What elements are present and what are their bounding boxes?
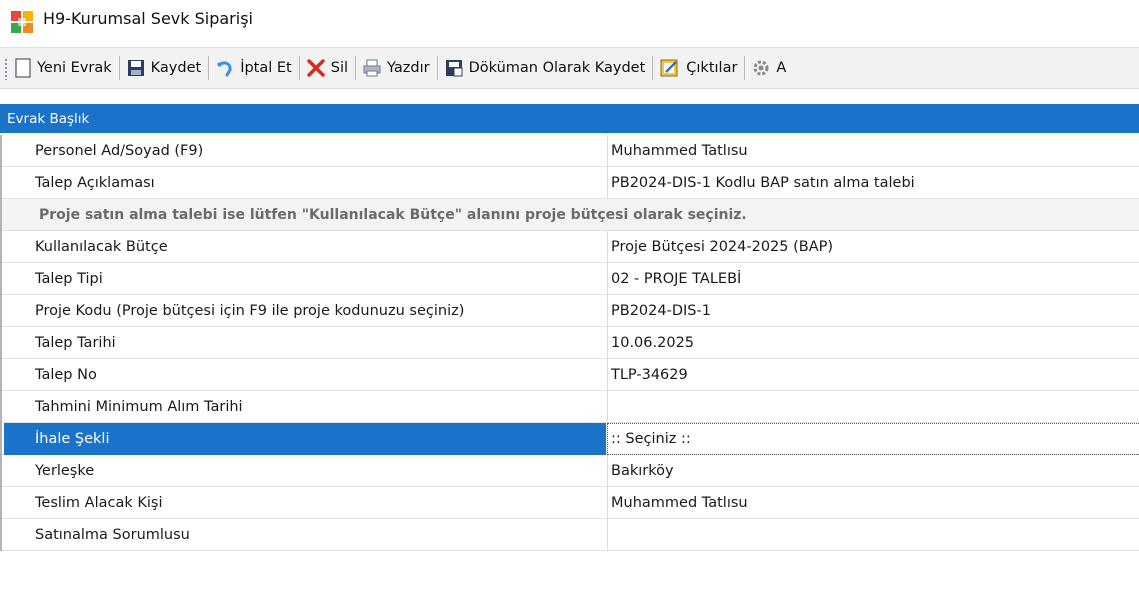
toolbar-separator (436, 56, 438, 80)
field-label: İhale Şekli (35, 431, 110, 447)
floppy-disk-icon (127, 60, 144, 76)
outputs-button[interactable]: Çıktılar (655, 52, 742, 84)
field-label: Personel Ad/Soyad (F9) (35, 143, 204, 159)
tender-type-dropdown[interactable]: :: Seçiniz :: (607, 423, 1139, 455)
field-label: Talep Tarihi (35, 335, 116, 351)
field-label: Teslim Alacak Kişi (35, 495, 163, 511)
toolbar-separator (298, 56, 300, 80)
toolbar-separator (744, 56, 746, 80)
row-tender-type[interactable]: İhale Şekli :: Seçiniz :: (2, 423, 1139, 455)
row-description[interactable]: Talep Açıklaması PB2024-DIS-1 Kodlu BAP … (2, 167, 1139, 199)
toolbar-separator (118, 56, 120, 80)
save-as-document-label: Döküman Olarak Kaydet (468, 60, 646, 76)
printer-icon (363, 59, 381, 77)
new-document-icon (15, 58, 31, 78)
more-settings-button[interactable]: A (747, 52, 791, 84)
row-purchasing-officer[interactable]: Satınalma Sorumlusu (2, 519, 1139, 551)
row-personnel[interactable]: Personel Ad/Soyad (F9) Muhammed Tatlısu (2, 135, 1139, 167)
field-label: Talep Açıklaması (35, 175, 155, 191)
new-document-button[interactable]: Yeni Evrak (10, 52, 117, 84)
app-logo-icon (11, 11, 33, 33)
row-request-date[interactable]: Talep Tarihi 10.06.2025 (2, 327, 1139, 359)
cancel-label: İptal Et (240, 60, 292, 76)
print-label: Yazdır (387, 60, 430, 76)
project-code-field[interactable]: PB2024-DIS-1 (607, 295, 1139, 327)
row-min-purchase-date[interactable]: Tahmini Minimum Alım Tarihi (2, 391, 1139, 423)
campus-field[interactable]: Bakırköy (607, 455, 1139, 487)
property-grid: Personel Ad/Soyad (F9) Muhammed Tatlısu … (0, 135, 1139, 551)
purchasing-officer-field[interactable] (607, 519, 1139, 551)
row-receiver[interactable]: Teslim Alacak Kişi Muhammed Tatlısu (2, 487, 1139, 519)
field-label: Kullanılacak Bütçe (35, 239, 168, 255)
save-document-icon (445, 60, 463, 77)
row-request-no[interactable]: Talep No TLP-34629 (2, 359, 1139, 391)
section-title: Evrak Başlık (7, 110, 90, 127)
request-date-field[interactable]: 10.06.2025 (607, 327, 1139, 359)
description-field[interactable]: PB2024-DIS-1 Kodlu BAP satın alma talebi (607, 167, 1139, 199)
delete-label: Sil (330, 60, 349, 76)
toolbar-separator (652, 56, 654, 80)
toolbar-separator (355, 56, 357, 80)
receiver-field[interactable]: Muhammed Tatlısu (607, 487, 1139, 519)
more-settings-label: A (776, 60, 787, 76)
delete-x-icon (307, 59, 325, 77)
gear-icon (753, 60, 769, 76)
save-button[interactable]: Kaydet (122, 52, 207, 84)
new-document-label: Yeni Evrak (37, 60, 112, 76)
save-label: Kaydet (150, 60, 202, 76)
section-header: Evrak Başlık (0, 104, 1139, 133)
min-purchase-date-field[interactable] (607, 391, 1139, 423)
personnel-field[interactable]: Muhammed Tatlısu (607, 135, 1139, 167)
field-label: Tahmini Minimum Alım Tarihi (35, 399, 243, 415)
field-label: Talep No (35, 367, 97, 383)
report-edit-icon (660, 59, 678, 77)
request-no-field[interactable]: TLP-34629 (607, 359, 1139, 391)
toolbar-separator (208, 56, 210, 80)
cancel-button[interactable]: İptal Et (211, 52, 297, 84)
save-as-document-button[interactable]: Döküman Olarak Kaydet (440, 52, 651, 84)
row-budget[interactable]: Kullanılacak Bütçe Proje Bütçesi 2024-20… (2, 231, 1139, 263)
delete-button[interactable]: Sil (302, 52, 353, 84)
notice-row: Proje satın alma talebi ise lütfen "Kull… (2, 199, 1139, 231)
title-bar: H9-Kurumsal Sevk Siparişi (0, 0, 1139, 40)
undo-arrow-icon (217, 61, 232, 77)
notice-text: Proje satın alma talebi ise lütfen "Kull… (39, 207, 747, 223)
print-button[interactable]: Yazdır (358, 52, 435, 84)
row-campus[interactable]: Yerleşke Bakırköy (2, 455, 1139, 487)
field-label: Talep Tipi (35, 271, 103, 287)
field-label: Satınalma Sorumlusu (35, 527, 190, 543)
row-project-code[interactable]: Proje Kodu (Proje bütçesi için F9 ile pr… (2, 295, 1139, 327)
field-label: Proje Kodu (Proje bütçesi için F9 ile pr… (35, 303, 465, 319)
request-type-field[interactable]: 02 - PROJE TALEBİ (607, 263, 1139, 295)
toolbar: Yeni Evrak Kaydet İptal Et Sil Yazdır Dö… (0, 47, 1139, 89)
row-request-type[interactable]: Talep Tipi 02 - PROJE TALEBİ (2, 263, 1139, 295)
budget-field[interactable]: Proje Bütçesi 2024-2025 (BAP) (607, 231, 1139, 263)
toolbar-grip[interactable] (4, 58, 8, 80)
field-label: Yerleşke (35, 463, 95, 479)
outputs-label: Çıktılar (686, 60, 738, 76)
window-title: H9-Kurumsal Sevk Siparişi (43, 9, 253, 28)
